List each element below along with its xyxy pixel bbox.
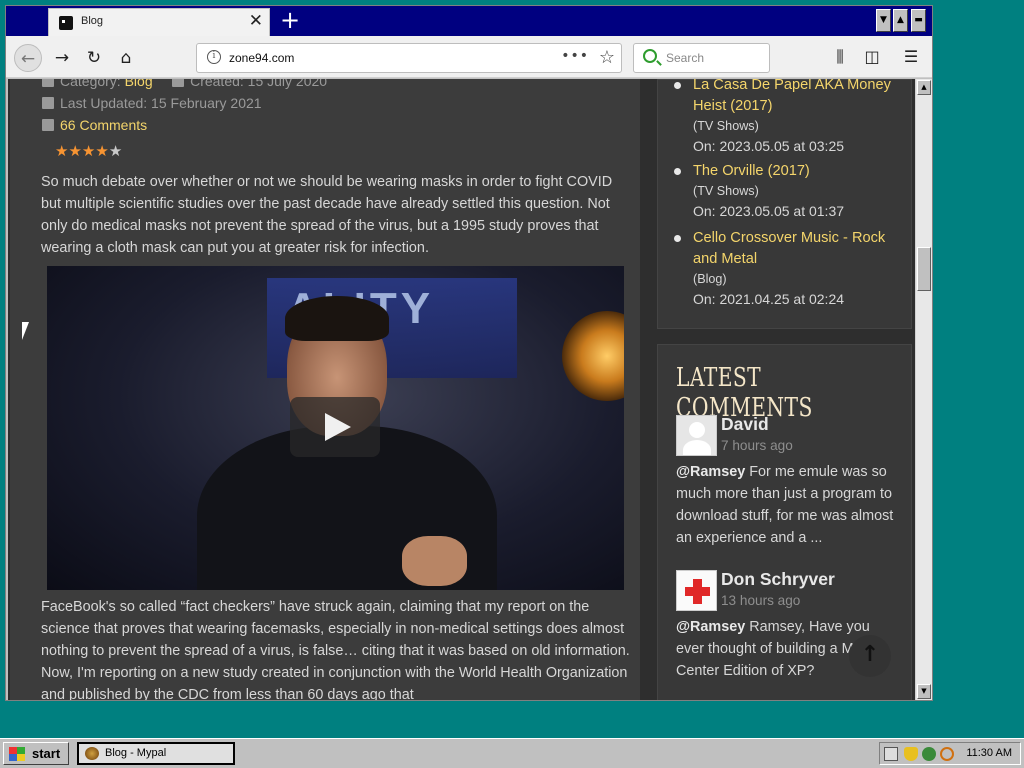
video-lamp <box>562 311 624 401</box>
video-person-hair <box>285 296 389 341</box>
minimize-button[interactable]: ▬ <box>911 9 926 32</box>
article-meta-comments: 66 Comments <box>42 117 147 133</box>
star-icon[interactable]: ★ <box>82 142 95 160</box>
sidebar-item-category: (Blog) <box>693 272 727 286</box>
comments-link[interactable]: 66 Comments <box>60 117 147 133</box>
article-paragraph-2: FaceBook's so called “fact checkers” hav… <box>41 599 630 700</box>
new-tab-button[interactable]: + <box>276 8 304 34</box>
menu-icon[interactable]: ☰ <box>900 47 922 66</box>
comment-author[interactable]: David <box>721 414 769 435</box>
created-date: Created: 15 July 2020 <box>190 79 328 89</box>
bookmark-star-icon[interactable]: ☆ <box>599 47 615 68</box>
sidebar-item-date: On: 2023.05.05 at 03:25 <box>693 138 845 154</box>
star-icon[interactable]: ★ <box>68 142 81 160</box>
vertical-scrollbar[interactable]: ▲ ▼ <box>915 79 932 700</box>
calendar-icon <box>172 79 185 87</box>
updated-date: Last Updated: 15 February 2021 <box>60 95 262 111</box>
navigation-toolbar: ← → ↻ ⌂ i zone94.com ••• ☆ Search ⫼ ◫ ☰ <box>6 36 932 78</box>
article-paragraph-1: So much debate over whether or not we sh… <box>41 174 613 256</box>
start-button[interactable]: start <box>3 742 69 765</box>
category-link[interactable]: Blog <box>125 79 153 89</box>
close-tab-icon[interactable]: ✕ <box>249 12 263 30</box>
network-icon[interactable] <box>922 747 936 761</box>
page-viewport: Category: Blog Created: 15 July 2020 Las… <box>8 79 915 700</box>
sidebar-item-category: (TV Shows) <box>693 119 759 133</box>
sidebar-item-link[interactable]: Cello Crossover Music - Rock and Metal <box>672 228 902 270</box>
taskbar: start Blog - Mypal 11:30 AM <box>0 738 1024 768</box>
star-icon[interactable]: ★ <box>109 142 122 160</box>
avatar[interactable] <box>676 415 717 456</box>
forward-button[interactable]: → <box>48 44 76 72</box>
sidebar-item-link[interactable]: The Orville (2017) <box>672 161 902 182</box>
page-actions-icon[interactable]: ••• <box>561 48 589 64</box>
comment-time: 7 hours ago <box>721 438 793 453</box>
search-input[interactable]: Search <box>633 43 770 73</box>
mouse-cursor <box>22 322 29 340</box>
back-button[interactable]: ← <box>14 44 42 72</box>
article-meta-category: Category: Blog Created: 15 July 2020 <box>42 79 327 89</box>
article-column: Category: Blog Created: 15 July 2020 Las… <box>10 79 640 700</box>
security-shield-icon[interactable] <box>904 747 918 761</box>
taskbar-item-label: Blog - Mypal <box>105 747 167 759</box>
sidebar-item-date: On: 2021.04.25 at 02:24 <box>693 291 845 307</box>
clock[interactable]: 11:30 AM <box>966 747 1012 759</box>
search-tray-icon[interactable] <box>940 747 954 761</box>
calendar-icon <box>42 97 54 109</box>
video-person-hand <box>402 536 467 586</box>
library-icon[interactable]: ⫼ <box>829 47 851 67</box>
home-button[interactable]: ⌂ <box>112 44 140 72</box>
sidebar-toggle-icon[interactable]: ◫ <box>861 47 883 66</box>
star-icon[interactable]: ★ <box>55 142 68 160</box>
folder-icon <box>42 79 54 87</box>
system-tray: 11:30 AM <box>879 742 1021 765</box>
sidebar-item-category: (TV Shows) <box>693 184 759 198</box>
search-icon <box>643 49 657 63</box>
play-icon[interactable] <box>290 397 380 457</box>
list-item: Cello Crossover Music - Rock and Metal (… <box>672 228 902 310</box>
category-label: Category: <box>60 79 121 89</box>
search-placeholder: Search <box>666 51 705 65</box>
taskbar-item-mypal[interactable]: Blog - Mypal <box>77 742 235 765</box>
scroll-down-arrow-icon[interactable]: ▼ <box>917 684 931 699</box>
star-icon[interactable]: ★ <box>95 142 108 160</box>
browser-window: Blog ✕ + ▼ ▲ ▬ ← → ↻ ⌂ i zone94.com ••• … <box>5 5 933 701</box>
comment-text[interactable]: @Ramsey For me emule was so much more th… <box>676 461 898 549</box>
comment-mention: @Ramsey <box>676 464 746 480</box>
comment-author[interactable]: Don Schryver <box>721 569 835 590</box>
reload-button[interactable]: ↻ <box>80 44 108 72</box>
windows-logo-icon <box>9 747 25 761</box>
url-text[interactable]: zone94.com <box>229 51 294 65</box>
rating-stars[interactable]: ★★★★★ <box>55 142 122 160</box>
tab-blog[interactable]: Blog ✕ <box>48 8 270 36</box>
comment-icon <box>42 119 54 131</box>
keyboard-icon[interactable] <box>884 747 898 761</box>
article-meta-updated: Last Updated: 15 February 2021 <box>42 95 262 111</box>
comment-mention: @Ramsey <box>676 619 746 635</box>
scrollbar-thumb[interactable] <box>917 247 931 291</box>
mypal-icon <box>85 747 99 760</box>
maximize-button[interactable]: ▲ <box>893 9 908 32</box>
scroll-up-arrow-icon[interactable]: ▲ <box>917 80 931 95</box>
tab-strip: Blog ✕ + ▼ ▲ ▬ <box>6 6 932 36</box>
embedded-video[interactable]: ALITY <box>47 266 624 590</box>
list-item: The Orville (2017) (TV Shows) On: 2023.0… <box>672 161 902 222</box>
address-bar[interactable]: i zone94.com ••• ☆ <box>196 43 622 73</box>
avatar[interactable] <box>676 570 717 611</box>
list-item: La Casa De Papel AKA Money Heist (2017) … <box>672 79 902 157</box>
comment-time: 13 hours ago <box>721 593 801 608</box>
sidebar-item-date: On: 2023.05.05 at 01:37 <box>693 203 845 219</box>
sidebar-item-link[interactable]: La Casa De Papel AKA Money Heist (2017) <box>672 79 902 117</box>
site-info-icon[interactable]: i <box>207 50 221 64</box>
site-favicon-icon <box>59 16 73 30</box>
tab-title: Blog <box>81 15 104 27</box>
tab-list-button[interactable]: ▼ <box>876 9 891 32</box>
recent-items-panel: La Casa De Papel AKA Money Heist (2017) … <box>657 79 912 329</box>
start-label: start <box>32 746 61 761</box>
scroll-to-top-button[interactable]: ↑ <box>849 635 891 677</box>
